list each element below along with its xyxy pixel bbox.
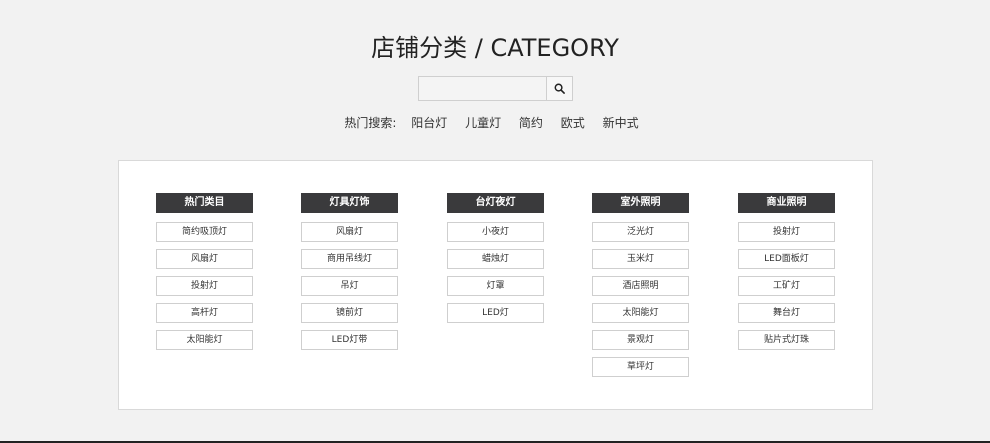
search-input[interactable] (418, 76, 546, 101)
category-item[interactable]: 酒店照明 (592, 276, 689, 296)
column-header[interactable]: 商业照明 (738, 193, 835, 213)
search-icon (554, 83, 565, 94)
category-item[interactable]: LED灯带 (301, 330, 398, 350)
category-item[interactable]: LED面板灯 (738, 249, 835, 269)
category-item[interactable]: 泛光灯 (592, 222, 689, 242)
category-column: 商业照明 投射灯 LED面板灯 工矿灯 舞台灯 贴片式灯珠 (738, 193, 835, 357)
category-item[interactable]: LED灯 (447, 303, 544, 323)
category-panel: 热门类目 简约吸顶灯 风扇灯 投射灯 高杆灯 太阳能灯 灯具灯饰 风扇灯 商用吊… (118, 160, 873, 410)
category-item[interactable]: 工矿灯 (738, 276, 835, 296)
category-column: 热门类目 简约吸顶灯 风扇灯 投射灯 高杆灯 太阳能灯 (156, 193, 253, 357)
category-item[interactable]: 太阳能灯 (592, 303, 689, 323)
page-title: 店铺分类 / CATEGORY (371, 34, 619, 62)
hot-search-link[interactable]: 儿童灯 (465, 116, 501, 130)
category-item[interactable]: 镜前灯 (301, 303, 398, 323)
search-button[interactable] (546, 76, 573, 101)
column-header[interactable]: 热门类目 (156, 193, 253, 213)
category-item[interactable]: 蜡烛灯 (447, 249, 544, 269)
category-item[interactable]: 舞台灯 (738, 303, 835, 323)
hot-search-link[interactable]: 简约 (519, 116, 543, 130)
hot-search-link[interactable]: 欧式 (561, 116, 585, 130)
column-header[interactable]: 室外照明 (592, 193, 689, 213)
hot-search-label: 热门搜索: (344, 116, 397, 130)
category-column: 灯具灯饰 风扇灯 商用吊线灯 吊灯 镜前灯 LED灯带 (301, 193, 398, 357)
hot-search-link[interactable]: 新中式 (603, 116, 639, 130)
category-item[interactable]: 贴片式灯珠 (738, 330, 835, 350)
category-item[interactable]: 高杆灯 (156, 303, 253, 323)
category-item[interactable]: 投射灯 (156, 276, 253, 296)
category-item[interactable]: 太阳能灯 (156, 330, 253, 350)
category-item[interactable]: 简约吸顶灯 (156, 222, 253, 242)
category-item[interactable]: 风扇灯 (156, 249, 253, 269)
category-column: 室外照明 泛光灯 玉米灯 酒店照明 太阳能灯 景观灯 草坪灯 (592, 193, 689, 384)
column-header[interactable]: 灯具灯饰 (301, 193, 398, 213)
category-item[interactable]: 小夜灯 (447, 222, 544, 242)
category-column: 台灯夜灯 小夜灯 蜡烛灯 灯罩 LED灯 (447, 193, 544, 330)
hot-search: 热门搜索: 阳台灯 儿童灯 简约 欧式 新中式 (0, 114, 990, 132)
category-item[interactable]: 吊灯 (301, 276, 398, 296)
hot-search-link[interactable]: 阳台灯 (411, 116, 447, 130)
category-item[interactable]: 玉米灯 (592, 249, 689, 269)
category-item[interactable]: 投射灯 (738, 222, 835, 242)
column-header[interactable]: 台灯夜灯 (447, 193, 544, 213)
search-bar (418, 76, 573, 101)
category-item[interactable]: 景观灯 (592, 330, 689, 350)
category-item[interactable]: 商用吊线灯 (301, 249, 398, 269)
category-item[interactable]: 草坪灯 (592, 357, 689, 377)
category-item[interactable]: 风扇灯 (301, 222, 398, 242)
category-item[interactable]: 灯罩 (447, 276, 544, 296)
